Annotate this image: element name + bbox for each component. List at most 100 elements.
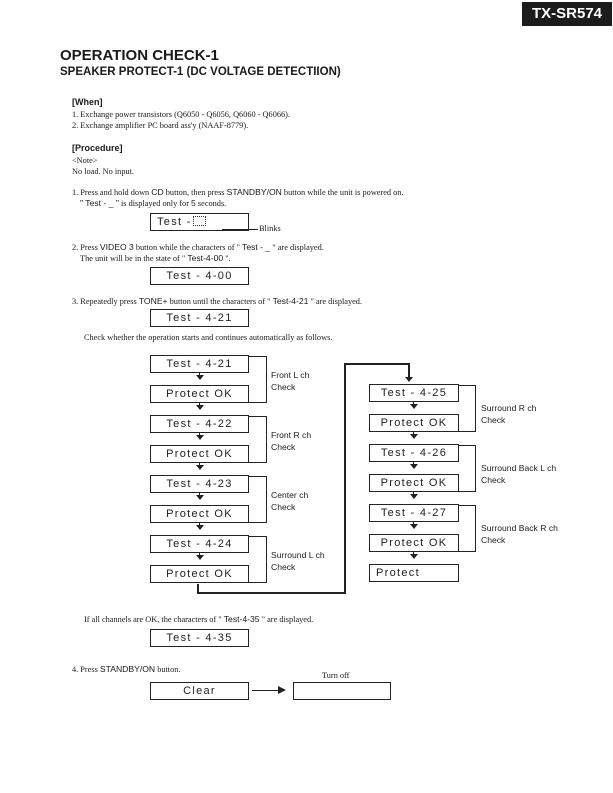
loop-connector-top [344,363,410,365]
channel-label: Center ch Check [271,489,308,513]
channel-label: Front R ch Check [271,429,311,453]
check-label: Check [271,442,296,452]
note-text: No load. No input. [72,167,134,176]
arrow-down-icon [195,555,204,560]
channel-name: Surround Back L ch [481,463,557,473]
step2-line1: 2. Press VIDEO 3 button while the charac… [72,242,324,252]
arrow-stem [413,522,414,525]
bracket-bottom [459,431,475,432]
bracket-vertical [266,416,267,463]
bracket-top [459,385,475,386]
blink-leader-line [222,229,258,230]
step4-line: 4. Press STANDBY/ON button. [72,664,180,674]
arrow-stem [198,403,200,406]
display-clear: Clear [150,682,249,700]
arrow-stem [198,493,200,496]
check-label: Check [481,475,506,485]
note-label: <Note> [72,156,98,165]
when-heading: [When] [72,97,103,107]
arrow-stem [413,492,414,495]
loop-connector-vertical [344,363,346,594]
channel-label: Front L ch Check [271,369,309,393]
result-text: " are displayed. [259,615,314,624]
channel-label: Surround Back L ch Check [481,462,556,486]
channel-label: Surround L ch Check [271,549,325,573]
bracket-top [459,505,475,506]
flow-result-box: Protect OK [369,474,459,492]
arrow-stem [198,463,200,466]
channel-name: Center ch [271,490,309,500]
bracket-bottom [459,551,475,552]
channel-name: Surround L ch [271,550,325,560]
bracket-bottom [459,491,475,492]
arrow-stem [413,402,414,405]
arrow-down-icon [195,375,204,380]
arrow-stem [198,523,200,526]
bracket-bottom [249,402,266,403]
flow-result-box: Protect OK [150,385,249,403]
step1-text: is displayed only for [118,199,192,208]
step4-text: 4. Press [72,665,100,674]
arrow-stem [198,553,200,556]
channel-name: Surround R ch [481,403,537,413]
flow-test-box: Test - 4-24 [150,535,249,553]
page-title: OPERATION CHECK-1 [60,47,219,64]
flow-test-box: Test - 4-21 [150,355,249,373]
arrow-down-icon [195,465,204,470]
bracket-vertical [475,505,476,552]
flow-result-box: Protect OK [369,534,459,552]
loop-connector-bottom [197,592,346,594]
channel-name: Surround Back R ch [481,523,558,533]
step1-text: 1. Press and hold down [72,188,152,197]
step1-code: " Test - _ " [80,198,119,208]
arrow-right-icon [278,686,286,694]
flow-result-box: Protect OK [150,565,249,583]
step3-note: Check whether the operation starts and c… [84,333,333,342]
arrow-down-icon [410,524,418,529]
step2-text: The unit will be in the state of " [80,254,188,263]
arrow-down-icon [195,495,204,500]
display-test-4-00: Test - 4-00 [150,267,249,285]
result-line: If all channels are OK, the characters o… [84,614,313,624]
flow-result-box: Protect OK [150,445,249,463]
flow-test-box: Test - 4-27 [369,504,459,522]
step2-text: 2. Press [72,243,100,252]
arrow-stem [198,433,200,436]
step3-text: " are displayed. [308,297,363,306]
check-label: Check [271,562,296,572]
bracket-top [249,476,266,477]
standby-button-ref: STANDBY/ON [226,187,282,197]
check-label: Check [481,415,506,425]
bracket-bottom [249,582,266,583]
flow-test-box: Test - 4-25 [369,384,459,402]
flow-test-box: Test - 4-22 [150,415,249,433]
arrow-down-icon [410,554,418,559]
step1-line1: 1. Press and hold down CD button, then p… [72,187,404,197]
check-label: Check [271,502,296,512]
display-test-4-21: Test - 4-21 [150,309,249,327]
step1-text: seconds. [195,199,227,208]
flow-test-box: Test - 4-23 [150,475,249,493]
check-label: Check [481,535,506,545]
arrow-down-icon [410,404,418,409]
bracket-vertical [266,476,267,523]
step3-text: button until the characters of " [167,297,273,306]
bracket-top [249,356,266,357]
arrow-stem [413,462,414,465]
channel-label: Surround R ch Check [481,402,536,426]
blinks-label: Blinks [259,224,281,233]
channel-name: Front L ch [271,370,310,380]
arrow-down-icon [410,464,418,469]
step3-text: 3. Repeatedly press [72,297,139,306]
flow-result-box: Protect OK [369,414,459,432]
arrow-down-icon [405,377,413,382]
arrow-stem [413,552,414,555]
bracket-vertical [475,445,476,492]
display-blank [293,682,391,700]
step1-line2: " Test - _ " is displayed only for 5 sec… [80,198,226,208]
bracket-bottom [249,522,266,523]
arrow-down-icon [410,434,418,439]
arrow-stem [413,432,414,435]
standby-button-ref: STANDBY/ON [99,664,156,674]
step2-text: button while the characters of " [133,243,243,252]
